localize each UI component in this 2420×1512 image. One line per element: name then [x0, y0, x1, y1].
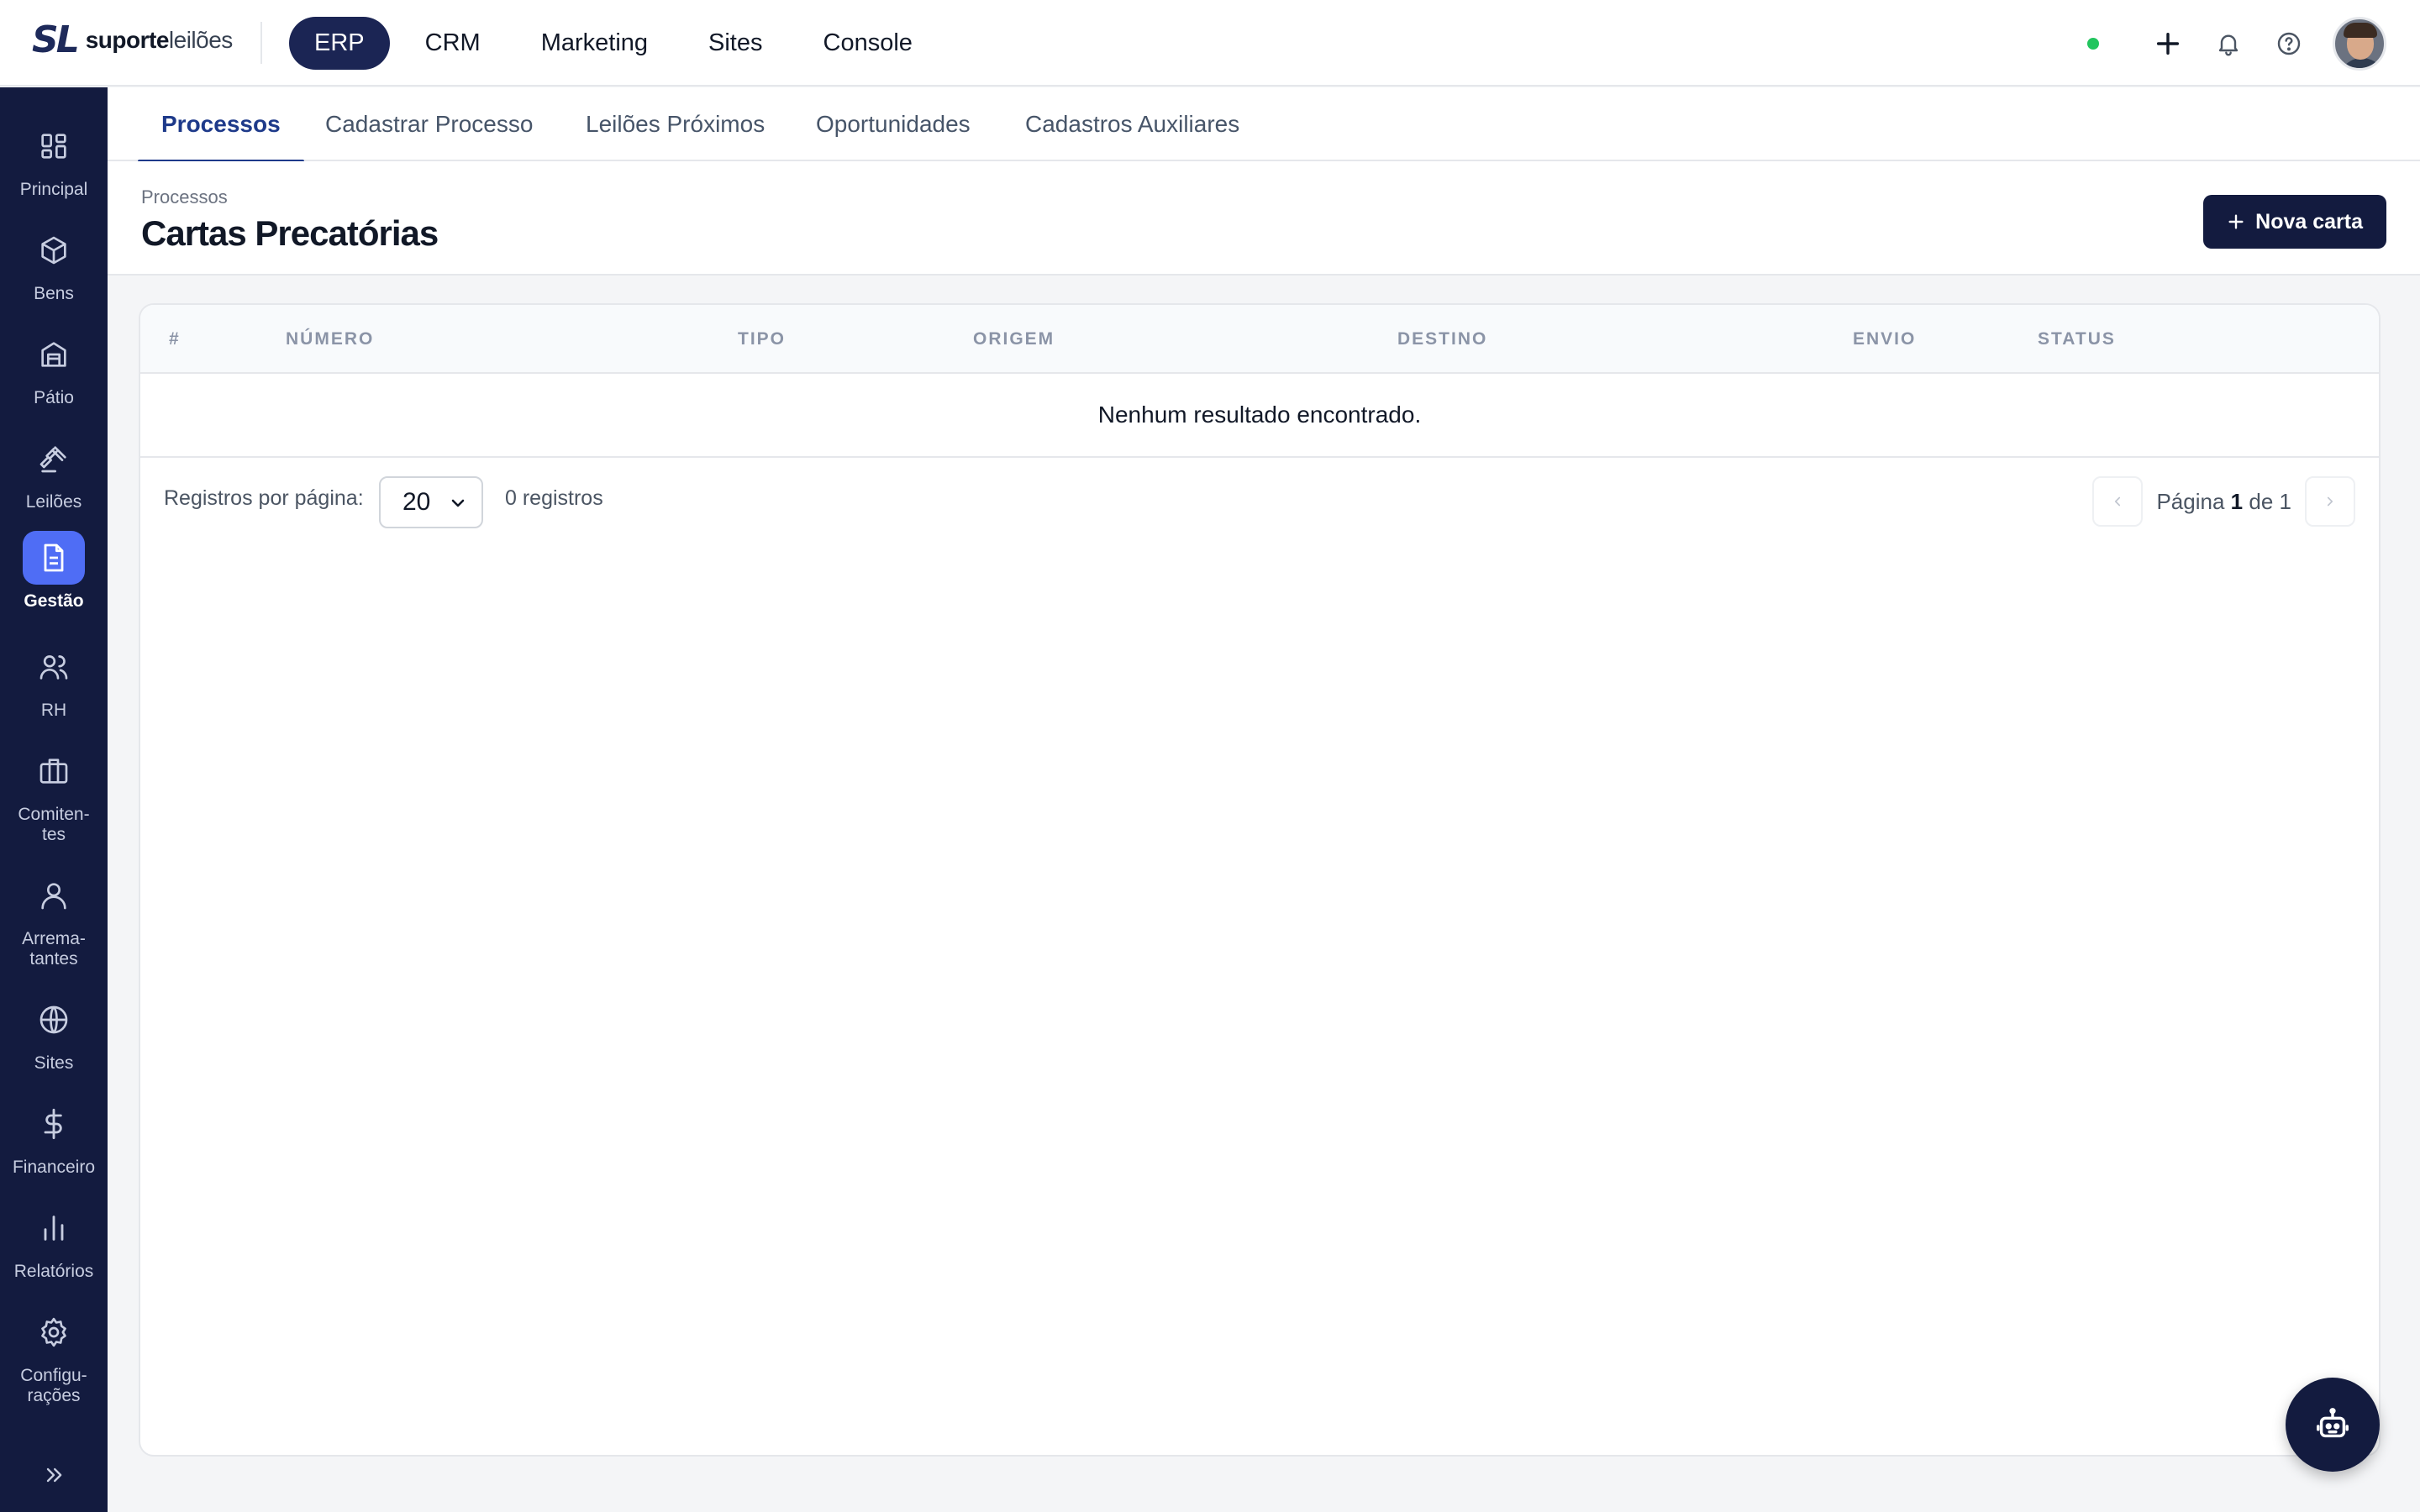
page-header: Processos Cartas Precatórias Nova carta [108, 161, 2420, 276]
tab-leiloes-proximos[interactable]: Leilões Próximos [586, 87, 765, 161]
logo-mark: SL [32, 18, 80, 61]
document-icon [23, 531, 85, 585]
column-header-status[interactable]: STATUS [2038, 305, 2116, 374]
app-nav: ERP CRM Marketing Sites Console [289, 17, 938, 70]
chevron-right-icon [2327, 496, 2333, 507]
grid-icon [23, 119, 85, 173]
table-footer: Registros por página: 20 0 registros Pág… [140, 459, 2379, 543]
table-card: # NÚMERO TIPO ORIGEM DESTINO ENVIO STATU… [139, 303, 2381, 1457]
new-carta-label: Nova carta [2255, 209, 2363, 234]
app-nav-erp[interactable]: ERP [289, 17, 390, 70]
dollar-icon [23, 1097, 85, 1151]
gear-icon [23, 1305, 85, 1359]
breadcrumb[interactable]: Processos [141, 186, 228, 208]
sidebar-item-label: Sites [34, 1053, 74, 1073]
column-header-origem[interactable]: ORIGEM [973, 305, 1055, 374]
tab-oportunidades[interactable]: Oportunidades [816, 87, 971, 161]
tab-cadastros-auxiliares[interactable]: Cadastros Auxiliares [1025, 87, 1239, 161]
sidebar: Principal Bens Pátio Leilões Gestão RH C… [0, 87, 108, 1512]
sidebar-expand-button[interactable] [0, 1463, 108, 1487]
chevrons-right-icon [46, 1467, 62, 1483]
gavel-icon [23, 432, 85, 486]
prev-page-button[interactable] [2092, 476, 2144, 527]
plus-icon[interactable] [2138, 17, 2198, 71]
empty-state-message: Nenhum resultado encontrado. [140, 374, 2379, 458]
new-carta-button[interactable]: Nova carta [2203, 195, 2386, 249]
sidebar-item-gestao[interactable]: Gestão [0, 531, 108, 612]
users-icon [23, 640, 85, 694]
logo-text: suporteleilões [85, 27, 234, 53]
sidebar-item-label: Comiten- tes [18, 805, 90, 844]
sidebar-item-rh[interactable]: RH [0, 640, 108, 721]
per-page-select[interactable]: 20 [379, 476, 483, 528]
top-bar: SL suporteleilões ERP CRM Marketing Site… [0, 0, 2420, 87]
app-nav-sites[interactable]: Sites [683, 17, 787, 70]
sidebar-item-leiloes[interactable]: Leilões [0, 432, 108, 512]
column-header-index[interactable]: # [169, 305, 181, 374]
avatar[interactable] [2333, 17, 2386, 71]
page-indicator: Página 1 de 1 [2156, 488, 2291, 514]
online-status-indicator [2087, 38, 2099, 50]
sidebar-item-label: Arrema- tantes [22, 929, 86, 969]
column-header-tipo[interactable]: TIPO [738, 305, 786, 374]
subnav-tabs: Processos Cadastrar Processo Leilões Pró… [108, 87, 2420, 163]
app-nav-marketing[interactable]: Marketing [516, 17, 673, 70]
sidebar-item-sites[interactable]: Sites [0, 993, 108, 1074]
table-header: # NÚMERO TIPO ORIGEM DESTINO ENVIO STATU… [140, 305, 2379, 374]
box-icon [23, 223, 85, 277]
globe-icon [23, 993, 85, 1047]
user-icon [23, 869, 85, 922]
divider [260, 22, 262, 64]
logo[interactable]: SL suporteleilões [32, 22, 233, 59]
bar-chart-icon [23, 1201, 85, 1255]
top-right-actions [2087, 17, 2386, 71]
sidebar-item-label: Gestão [24, 591, 84, 611]
help-icon[interactable] [2259, 17, 2319, 71]
sidebar-item-label: Configu- rações [20, 1366, 87, 1405]
sidebar-item-label: RH [40, 701, 67, 720]
robot-icon [2317, 1408, 2349, 1438]
sidebar-item-label: Financeiro [12, 1158, 96, 1177]
briefcase-icon [23, 744, 85, 798]
page-title: Cartas Precatórias [141, 213, 439, 253]
sidebar-item-label: Pátio [34, 388, 74, 407]
sidebar-item-principal[interactable]: Principal [0, 119, 108, 200]
sidebar-item-label: Leilões [25, 492, 82, 512]
record-count: 0 registros [505, 486, 603, 510]
sidebar-item-relatorios[interactable]: Relatórios [0, 1201, 108, 1282]
column-header-destino[interactable]: DESTINO [1397, 305, 1487, 374]
assistant-bot-button[interactable] [2286, 1378, 2380, 1472]
tab-cadastrar-processo[interactable]: Cadastrar Processo [325, 87, 533, 161]
warehouse-icon [23, 328, 85, 381]
chevron-down-icon [451, 499, 465, 507]
per-page-label: Registros por página: [164, 486, 364, 510]
sidebar-item-patio[interactable]: Pátio [0, 328, 108, 408]
chevron-left-icon [2115, 496, 2121, 507]
sidebar-item-label: Relatórios [13, 1262, 94, 1281]
sidebar-item-configuracoes[interactable]: Configu- rações [0, 1305, 108, 1406]
bell-icon[interactable] [2198, 17, 2259, 71]
per-page-value: 20 [402, 488, 431, 516]
sidebar-item-bens[interactable]: Bens [0, 223, 108, 304]
column-header-envio[interactable]: ENVIO [1853, 305, 1916, 374]
app-nav-crm[interactable]: CRM [400, 17, 506, 70]
sidebar-item-comitentes[interactable]: Comiten- tes [0, 744, 108, 845]
sidebar-item-label: Principal [19, 180, 88, 199]
next-page-button[interactable] [2305, 476, 2355, 527]
tab-processos[interactable]: Processos [138, 87, 304, 163]
sidebar-item-label: Bens [34, 284, 74, 303]
pagination: Página 1 de 1 [2092, 476, 2355, 527]
sidebar-item-arrematantes[interactable]: Arrema- tantes [0, 869, 108, 969]
column-header-numero[interactable]: NÚMERO [286, 305, 374, 374]
sidebar-item-financeiro[interactable]: Financeiro [0, 1097, 108, 1178]
plus-icon [2228, 214, 2244, 229]
app-nav-console[interactable]: Console [798, 17, 938, 70]
